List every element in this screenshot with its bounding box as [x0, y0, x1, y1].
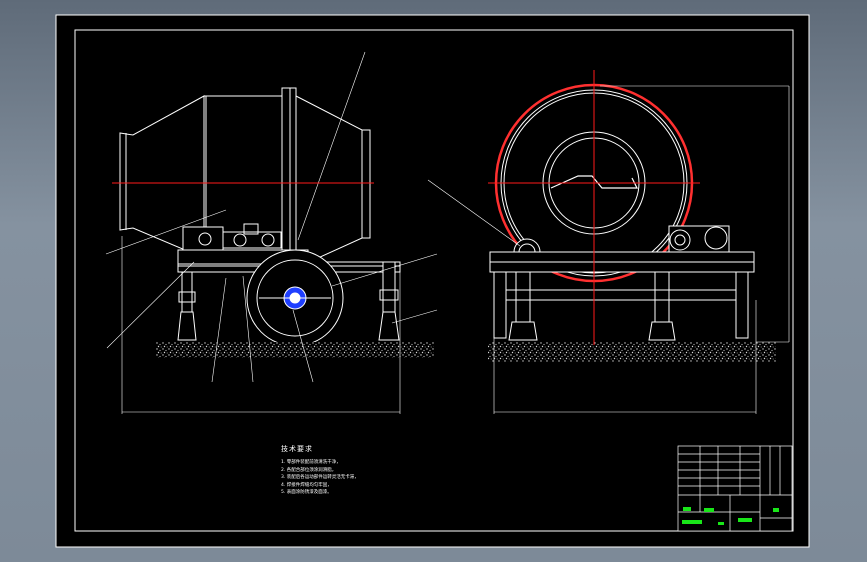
green-mark-6 — [718, 522, 724, 525]
green-mark-2 — [704, 508, 714, 512]
technical-notes: 技术要求 1. 零部件装配前须清洗干净， 2. 各配合部位须涂润滑脂， 3. 装… — [281, 444, 359, 497]
ground-hatch-right — [488, 342, 776, 362]
motor — [182, 226, 224, 252]
green-mark-1 — [683, 507, 691, 511]
note-line-2: 2. 各配合部位须涂润滑脂， — [281, 467, 337, 473]
note-line-3: 3. 装配后各运动部件运转灵活无卡滞， — [281, 475, 359, 480]
ground-hatch-left — [156, 342, 434, 358]
ring-gear-band — [281, 87, 297, 269]
note-line-1: 1. 零部件装配前须清洗干净， — [281, 460, 341, 465]
cad-drawing-canvas — [55, 14, 810, 548]
right-leg — [382, 261, 396, 313]
notes-title: 技术要求 — [281, 445, 313, 453]
title-block — [677, 445, 793, 532]
note-line-4: 4. 焊接件焊缝均匀牢固， — [281, 482, 332, 488]
green-mark-5 — [773, 508, 779, 512]
note-line-5: 5. 表面涂防锈漆及面漆。 — [281, 490, 332, 495]
green-mark-4 — [738, 518, 752, 522]
green-mark-3 — [682, 520, 702, 524]
